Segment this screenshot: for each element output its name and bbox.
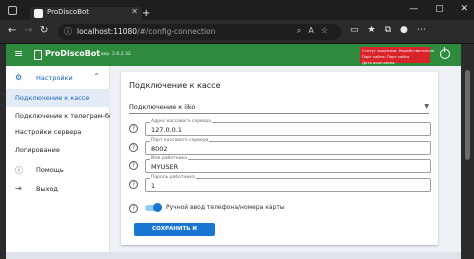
field-value: 1	[151, 182, 156, 190]
reload-icon[interactable]: ↻	[40, 25, 48, 36]
maximize-button[interactable]: ▢	[435, 4, 444, 14]
field-value: MYUSER	[151, 163, 179, 171]
sidebar-item-settings[interactable]: ⚙ Настройки ⌃	[6, 69, 110, 87]
url-host: localhost:11080	[77, 27, 138, 36]
menu-icon[interactable]: ≡	[14, 48, 23, 60]
help-icon[interactable]: ?	[129, 180, 138, 189]
app-header: ≡ ProDiscoBot вер. 2.0.2.32 Статус лицен…	[6, 44, 461, 66]
manual-input-toggle-row: ? Ручной ввод телефона/номера карты	[129, 202, 429, 214]
field-label: Пароль работника	[150, 175, 196, 180]
power-icon[interactable]	[440, 47, 450, 59]
workspaces-icon[interactable]	[8, 6, 17, 15]
settings-card: Подключение к кассе Подключение к iiko ▼…	[121, 72, 438, 245]
tab-favicon-icon	[34, 9, 43, 18]
chevron-up-icon[interactable]: ⌃	[93, 72, 100, 81]
browser-tab-bar: ProDiscoBot ✕ + — ▢ ✕	[0, 0, 474, 20]
help-icon[interactable]: ?	[129, 161, 138, 170]
page-title: Подключение к кассе	[129, 81, 221, 90]
field-row-server-port: ? Порт кассового сервера 8002	[129, 138, 431, 155]
profile-icon[interactable]: ●	[400, 25, 417, 35]
employee-password-field[interactable]: Пароль работника 1	[145, 175, 431, 192]
sidebar-item-label: Подключение к кассе	[15, 94, 90, 102]
forward-icon[interactable]: →	[24, 25, 32, 36]
url-path: /#/config-connection	[137, 27, 216, 36]
toggle-knob[interactable]	[153, 203, 162, 212]
site-info-icon[interactable]: ⓘ	[64, 26, 72, 37]
back-icon[interactable]: ←	[8, 25, 16, 36]
field-value: 8002	[151, 145, 168, 153]
bottom-frame	[6, 252, 461, 259]
help-icon: ⓘ	[15, 166, 23, 175]
sidebar-item-label: Подключение к телеграм-боту	[15, 112, 121, 120]
sidebar-item-logging[interactable]: Логирование	[6, 141, 110, 159]
license-status-badge: Статус лицензии: Недействительна Порт са…	[360, 47, 434, 65]
tab-title: ProDiscoBot	[47, 8, 90, 16]
browser-tab[interactable]: ProDiscoBot ✕	[30, 7, 142, 20]
save-and-check-button[interactable]: СОХРАНИТЬ И ПРОВЕРИТЬ	[134, 223, 215, 245]
tab-close-icon[interactable]: ✕	[131, 7, 138, 16]
server-address-field[interactable]: Адрес кассового сервера 127.0.0.1	[145, 119, 431, 136]
sidebar-item-label: Выход	[36, 185, 58, 193]
sidebar-item-label: Помощь	[36, 166, 64, 174]
field-label: Адрес кассового сервера	[150, 119, 212, 124]
app-version: вер. 2.0.2.32	[101, 52, 131, 57]
help-icon[interactable]: ?	[129, 124, 138, 133]
address-bar-icons: ⌕A☆	[297, 26, 335, 36]
browser-tool-icons: ▭★⧉●⋯	[350, 25, 435, 35]
help-icon[interactable]: ?	[129, 204, 138, 213]
read-aloud-icon[interactable]: A	[308, 26, 320, 35]
field-label: Имя работника	[150, 156, 189, 161]
address-bar[interactable]: ⓘ localhost:11080/#/config-connection ⌕A…	[58, 24, 341, 40]
chevron-down-icon: ▼	[424, 103, 429, 110]
employee-name-field[interactable]: Имя работника MYUSER	[145, 156, 431, 173]
field-row-employee-name: ? Имя работника MYUSER	[129, 156, 431, 173]
select-value: Подключение к iiko	[129, 103, 196, 111]
sidebar-item-label: Настройки сервера	[15, 128, 82, 136]
browser-toolbar: ← → ↻ ⓘ localhost:11080/#/config-connect…	[0, 20, 474, 44]
sidebar-item-cash-connection[interactable]: Подключение к кассе	[6, 89, 110, 107]
help-icon[interactable]: ?	[129, 143, 138, 152]
server-port-field[interactable]: Порт кассового сервера 8002	[145, 138, 431, 155]
gear-icon: ⚙	[15, 73, 23, 82]
app-logo-icon	[34, 50, 42, 60]
window-controls: — ▢ ✕	[395, 4, 468, 14]
field-label: Порт кассового сервера	[150, 138, 210, 143]
search-icon[interactable]: ⌕	[297, 26, 308, 35]
minimize-button[interactable]: —	[409, 4, 418, 14]
sidebar-item-help[interactable]: ⓘ Помощь	[6, 161, 110, 179]
toggle-label: Ручной ввод телефона/номера карты	[166, 204, 285, 211]
scrollbar[interactable]	[465, 70, 470, 160]
more-icon[interactable]: ⋯	[417, 25, 435, 35]
field-row-server-address: ? Адрес кассового сервера 127.0.0.1	[129, 119, 431, 136]
close-window-button[interactable]: ✕	[460, 4, 468, 14]
sidebar-item-server-settings[interactable]: Настройки сервера	[6, 123, 110, 141]
sidebar-item-logout[interactable]: ⇥ Выход	[6, 180, 110, 198]
collections-icon[interactable]: ⧉	[385, 25, 400, 35]
main-content: Подключение к кассе Подключение к iiko ▼…	[110, 66, 461, 252]
field-value: 127.0.0.1	[151, 126, 183, 134]
app-title: ProDiscoBot	[45, 49, 101, 58]
favorite-icon[interactable]: ☆	[321, 26, 335, 35]
url-text: localhost:11080/#/config-connection	[77, 27, 215, 36]
new-tab-button[interactable]: +	[142, 9, 150, 19]
favorites-icon[interactable]: ★	[368, 25, 385, 35]
sidebar: ⚙ Настройки ⌃ Подключение к кассе Подклю…	[6, 66, 121, 252]
connection-type-select[interactable]: Подключение к iiko ▼	[129, 102, 429, 114]
logout-icon: ⇥	[15, 184, 22, 193]
sidebar-item-label: Логирование	[15, 146, 60, 154]
split-screen-icon[interactable]: ▭	[350, 25, 368, 35]
sidebar-item-label: Настройки	[36, 74, 73, 82]
field-row-employee-password: ? Пароль работника 1	[129, 175, 431, 192]
